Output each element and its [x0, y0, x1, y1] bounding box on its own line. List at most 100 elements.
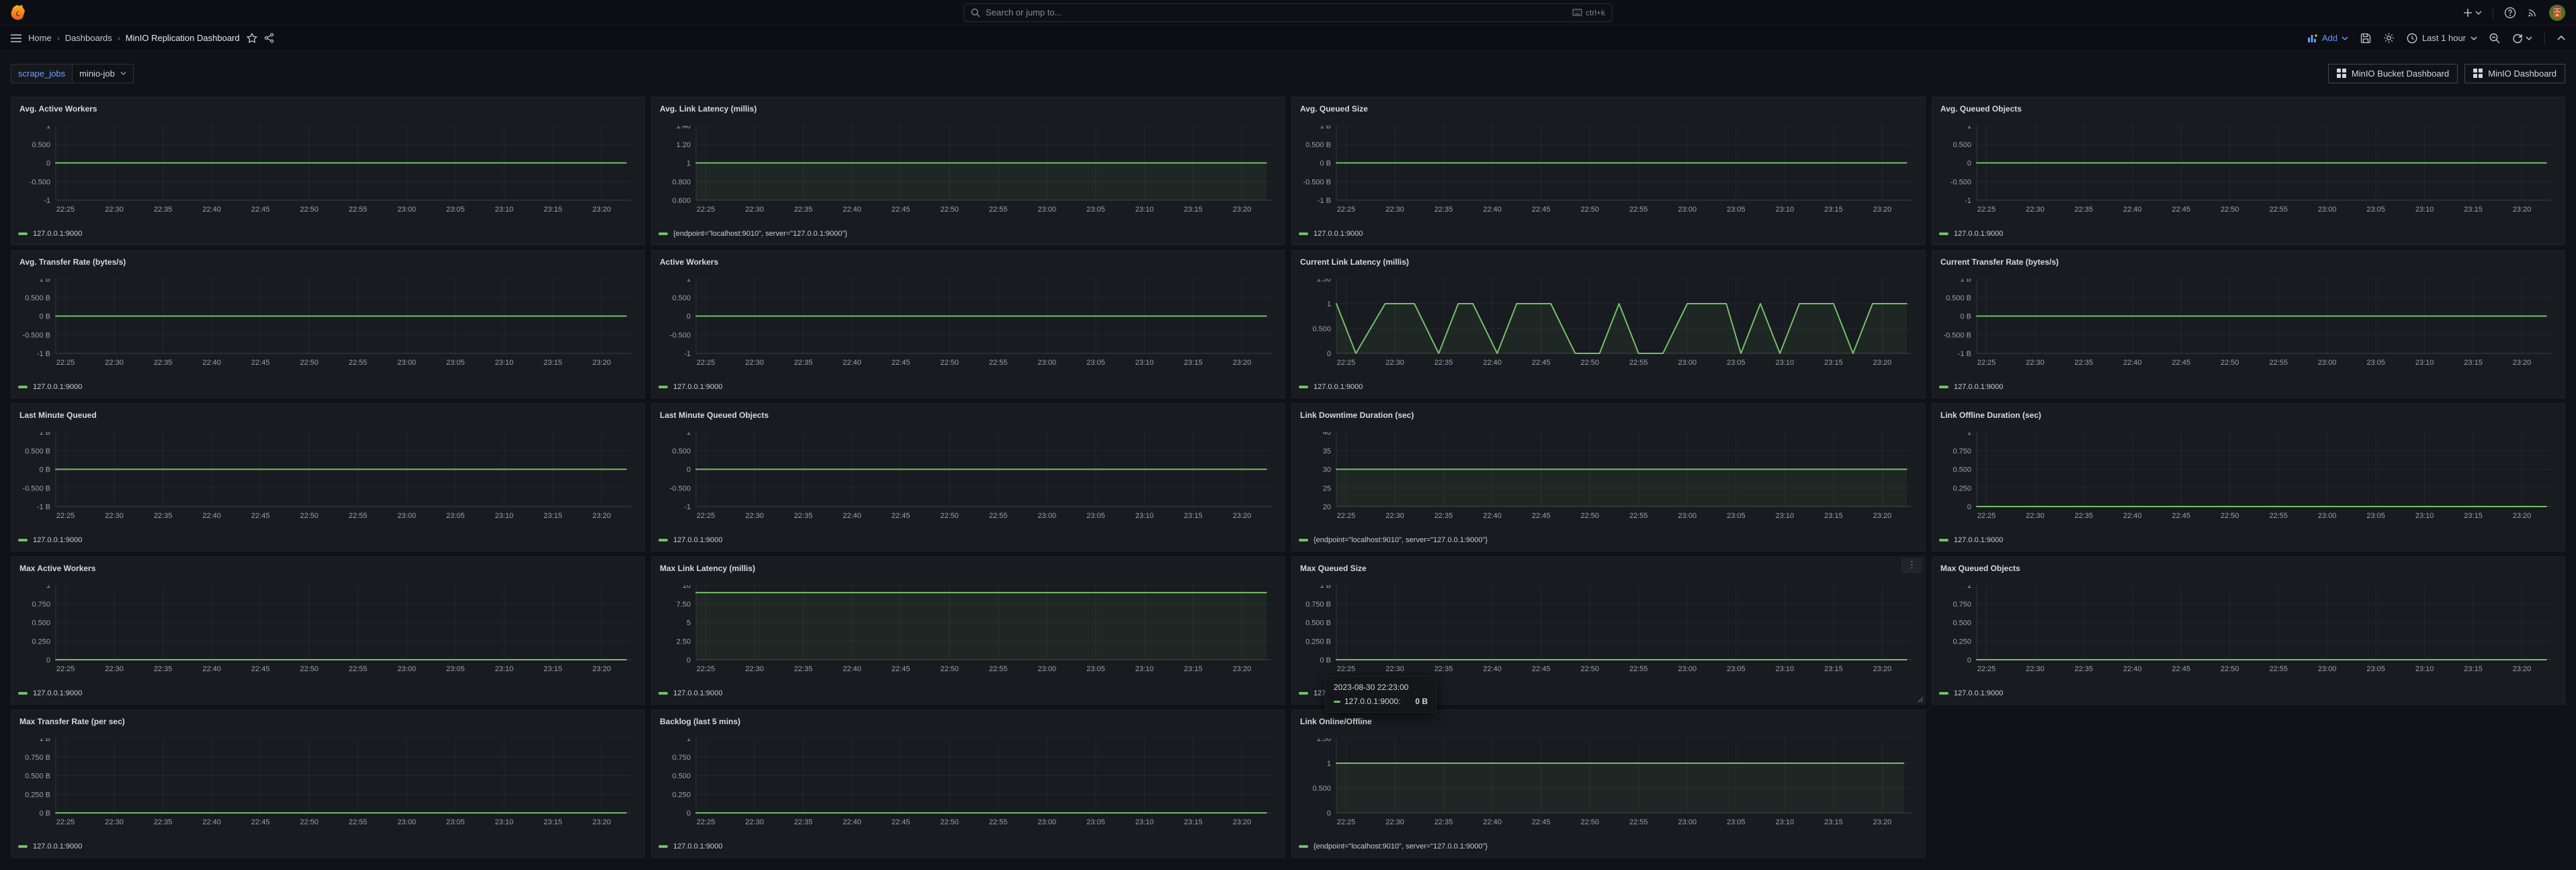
legend-item[interactable]: 127.0.0.1:9000 — [1314, 383, 1363, 391]
time-range-picker[interactable]: Last 1 hour — [2407, 33, 2477, 44]
legend-item[interactable]: 127.0.0.1:9000 — [673, 536, 722, 544]
legend-item[interactable]: {endpoint="localhost:9010", server="127.… — [673, 230, 847, 238]
panel-title[interactable]: Link Downtime Duration (sec) — [1299, 408, 1918, 423]
mega-menu-button[interactable] — [11, 34, 22, 42]
legend-item[interactable]: {endpoint="localhost:9010", server="127.… — [1314, 842, 1488, 851]
legend-item[interactable]: 127.0.0.1:9000 — [673, 842, 722, 851]
svg-text:22:55: 22:55 — [989, 512, 1008, 520]
new-menu-button[interactable] — [2463, 8, 2482, 17]
chart[interactable]: 10.7500.5000.250022:2522:3022:3522:4022:… — [1939, 432, 2558, 522]
svg-text:1.50: 1.50 — [1317, 738, 1331, 743]
add-panel-icon — [2307, 34, 2318, 43]
panel-grid: Avg. Active Workers 10.5000-0.500-122:252… — [0, 87, 2576, 870]
panel-title[interactable]: Max Queued Objects — [1939, 561, 2558, 576]
dashboard-settings-button[interactable] — [2383, 32, 2395, 44]
variable-value-dropdown[interactable]: minio-job — [73, 64, 134, 83]
search-input[interactable]: Search or jump to... ctrl+k — [963, 3, 1613, 22]
legend-item[interactable]: 127.0.0.1:9000 — [1954, 383, 2003, 391]
legend-item[interactable]: 127.0.0.1:9000 — [33, 689, 82, 697]
svg-text:22:35: 22:35 — [794, 359, 813, 367]
chart[interactable]: 1.5010.500022:2522:3022:3522:4022:4522:5… — [1299, 279, 1918, 369]
tooltip-timestamp: 2023-08-30 22:23:00 — [1334, 683, 1428, 692]
panel-menu-icon[interactable]: ⋮ — [1901, 558, 1922, 573]
chart[interactable]: 10.5000-0.500-122:2522:3022:3522:4022:45… — [18, 126, 638, 216]
chart[interactable]: 1 B0.750 B0.500 B0.250 B0 B22:2522:3022:… — [1299, 585, 1918, 675]
svg-text:22:55: 22:55 — [349, 206, 368, 214]
chart[interactable]: 403530252022:2522:3022:3522:4022:4522:50… — [1299, 432, 1918, 522]
collapse-toolbar-button[interactable] — [2557, 36, 2565, 40]
legend-item[interactable]: 127.0.0.1:9000 — [673, 383, 722, 391]
svg-text:22:25: 22:25 — [697, 818, 716, 826]
chart[interactable]: 107.5052.50022:2522:3022:3522:4022:4522:… — [658, 585, 1278, 675]
panel-title[interactable]: Link Offline Duration (sec) — [1939, 408, 2558, 423]
zoom-out-time-button[interactable] — [2489, 33, 2500, 44]
chart[interactable]: 1 B0.500 B0 B-0.500 B-1 B22:2522:3022:35… — [18, 279, 638, 369]
legend-item[interactable]: 127.0.0.1:9000 — [1314, 230, 1363, 238]
breadcrumb-dashboards[interactable]: Dashboards — [65, 33, 112, 43]
panel-title[interactable]: Avg. Link Latency (millis) — [658, 101, 1278, 116]
legend-item[interactable]: 127.0.0.1:9000 — [1954, 536, 2003, 544]
chart[interactable]: 1.5010.500022:2522:3022:3522:4022:4522:5… — [1299, 738, 1918, 828]
panel-title[interactable]: Link Online/Offline — [1299, 714, 1918, 729]
svg-text:22:35: 22:35 — [1434, 512, 1453, 520]
panel-title[interactable]: Last Minute Queued Objects — [658, 408, 1278, 423]
chart[interactable]: 1 B0.500 B0 B-0.500 B-1 B22:2522:3022:35… — [18, 432, 638, 522]
chevron-up-icon — [2557, 36, 2565, 40]
chart[interactable]: 10.7500.5000.250022:2522:3022:3522:4022:… — [1939, 585, 2558, 675]
breadcrumb-home[interactable]: Home — [28, 33, 52, 43]
chart[interactable]: 10.5000-0.500-122:2522:3022:3522:4022:45… — [658, 432, 1278, 522]
svg-text:22:30: 22:30 — [2026, 206, 2045, 214]
svg-text:0.250 B: 0.250 B — [25, 791, 50, 799]
panel-title[interactable]: Last Minute Queued — [18, 408, 638, 423]
add-panel-button[interactable]: Add — [2307, 33, 2348, 43]
svg-text:22:40: 22:40 — [2123, 359, 2142, 367]
panel-title[interactable]: Avg. Queued Objects — [1939, 101, 2558, 116]
user-avatar[interactable] — [2549, 5, 2565, 21]
chart[interactable]: 10.5000-0.500-122:2522:3022:3522:4022:45… — [658, 279, 1278, 369]
share-button[interactable] — [264, 33, 274, 43]
panel-resize-handle[interactable] — [1918, 697, 1924, 703]
link-minio-bucket-dashboard[interactable]: MinIO Bucket Dashboard — [2328, 64, 2458, 83]
chart[interactable]: 10.7500.5000.250022:2522:3022:3522:4022:… — [658, 738, 1278, 828]
favorite-star-button[interactable] — [247, 33, 257, 43]
save-dashboard-button[interactable] — [2360, 33, 2371, 44]
help-button[interactable] — [2504, 7, 2516, 19]
legend-item[interactable]: {endpoint="localhost:9010", server="127.… — [1314, 536, 1488, 544]
chart[interactable]: 1.401.2010.8000.60022:2522:3022:3522:402… — [658, 126, 1278, 216]
chart[interactable]: 1 B0.750 B0.500 B0.250 B0 B22:2522:3022:… — [18, 738, 638, 828]
svg-text:0.250: 0.250 — [32, 638, 50, 646]
panel-title[interactable]: Max Queued Size — [1299, 561, 1918, 576]
panel-title[interactable]: Active Workers — [658, 255, 1278, 269]
panel-title[interactable]: Max Link Latency (millis) — [658, 561, 1278, 576]
svg-text:23:00: 23:00 — [1678, 359, 1697, 367]
legend-item[interactable]: 127.0.0.1:9000 — [33, 383, 82, 391]
panel-title[interactable]: Max Transfer Rate (per sec) — [18, 714, 638, 729]
legend-item[interactable]: 127.0.0.1:9000 — [33, 536, 82, 544]
svg-text:23:10: 23:10 — [1776, 818, 1795, 826]
panel-title[interactable]: Avg. Transfer Rate (bytes/s) — [18, 255, 638, 269]
panel-title[interactable]: Current Transfer Rate (bytes/s) — [1939, 255, 2558, 269]
legend-item[interactable]: 127.0.0.1:9000 — [33, 230, 82, 238]
legend-item[interactable]: 127.0.0.1:9000 — [1954, 230, 2003, 238]
chart[interactable]: 1 B0.500 B0 B-0.500 B-1 B22:2522:3022:35… — [1939, 279, 2558, 369]
variable-label[interactable]: scrape_jobs — [11, 64, 73, 83]
legend-item[interactable]: 127.0.0.1:9000 — [1954, 689, 2003, 697]
chart[interactable]: 1 B0.500 B0 B-0.500 B-1 B22:2522:3022:35… — [1299, 126, 1918, 216]
panel-title[interactable]: Backlog (last 5 mins) — [658, 714, 1278, 729]
panel-title[interactable]: Max Active Workers — [18, 561, 638, 576]
svg-text:23:20: 23:20 — [1233, 818, 1252, 826]
panel-title[interactable]: Avg. Active Workers — [18, 101, 638, 116]
chart[interactable]: 10.7500.5000.250022:2522:3022:3522:4022:… — [18, 585, 638, 675]
chart[interactable]: 10.5000-0.500-122:2522:3022:3522:4022:45… — [1939, 126, 2558, 216]
legend-item[interactable]: 127.0.0.1:9000 — [673, 689, 722, 697]
panel-title[interactable]: Avg. Queued Size — [1299, 101, 1918, 116]
grafana-logo[interactable] — [11, 5, 26, 21]
legend-item[interactable]: 127.0.0.1:9000 — [33, 842, 82, 851]
svg-text:23:05: 23:05 — [1086, 359, 1105, 367]
panel-title[interactable]: Current Link Latency (millis) — [1299, 255, 1918, 269]
news-button[interactable] — [2527, 7, 2538, 18]
link-minio-dashboard[interactable]: MinIO Dashboard — [2464, 64, 2565, 83]
svg-text:22:30: 22:30 — [1385, 206, 1404, 214]
panel-max-transfer-rate-per-sec: Max Transfer Rate (per sec) 1 B0.750 B0.5… — [11, 709, 645, 858]
refresh-button[interactable] — [2512, 33, 2532, 44]
